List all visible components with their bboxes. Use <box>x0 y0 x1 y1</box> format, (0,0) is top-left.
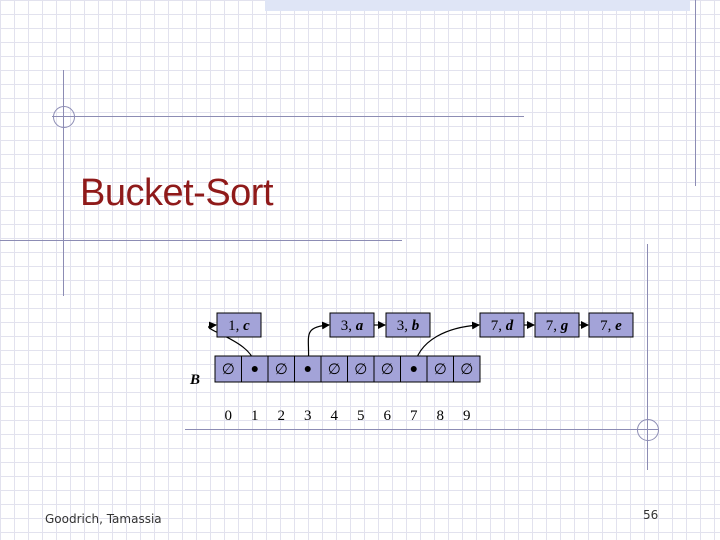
array-label: B <box>189 372 200 388</box>
entry-node: 3, b <box>385 312 431 338</box>
empty-bucket-symbol: ∅ <box>460 362 473 378</box>
empty-bucket-symbol: ∅ <box>434 362 447 378</box>
entry-node: 7, e <box>588 312 634 338</box>
bucket-array-diagram: B ∅ ∅ ∅ ∅ ∅ ∅ ∅ 1, c 3, a 3, b 7, d 7, g 7, e 0 1 2 3 4… <box>189 312 634 424</box>
page-number: 56 <box>643 508 659 522</box>
entry-label: 3, a <box>341 318 364 334</box>
empty-bucket-symbol: ∅ <box>381 362 394 378</box>
entry-node: 1, c <box>216 312 262 338</box>
bucket-index-label: 7 <box>410 408 418 424</box>
bucket-index-label: 2 <box>278 408 286 424</box>
bucket-index-label: 5 <box>357 408 365 424</box>
entry-label: 3, b <box>397 318 420 334</box>
bucket-index-label: 8 <box>437 408 445 424</box>
footer-authors: Goodrich, Tamassia <box>45 512 162 526</box>
entry-label: 7, g <box>546 318 569 334</box>
entry-label: 1, c <box>228 318 250 334</box>
bucket-pointer-dot <box>251 366 258 372</box>
bucket-index-label: 4 <box>331 408 339 424</box>
entry-label: 7, d <box>491 318 514 334</box>
entry-node: 7, g <box>534 312 580 338</box>
entry-node: 7, d <box>479 312 525 338</box>
bucket-index-label: 9 <box>463 408 471 424</box>
bucket-index-label: 1 <box>251 408 259 424</box>
bucket-pointer-dot <box>410 366 417 372</box>
empty-bucket-symbol: ∅ <box>222 362 235 378</box>
entry-label: 7, e <box>600 318 622 334</box>
bucket-entries: 1, c 3, a 3, b 7, d 7, g 7, e <box>216 312 634 338</box>
empty-bucket-symbol: ∅ <box>354 362 367 378</box>
bucket-pointer-dot <box>304 366 311 372</box>
empty-bucket-symbol: ∅ <box>275 362 288 378</box>
bucket-index-label: 0 <box>225 408 233 424</box>
bucket-cells: ∅ ∅ ∅ ∅ ∅ ∅ ∅ <box>214 355 481 383</box>
empty-bucket-symbol: ∅ <box>328 362 341 378</box>
bucket-index-label: 6 <box>384 408 392 424</box>
bucket-indices: 0 1 2 3 4 5 6 7 8 9 <box>225 408 471 424</box>
entry-node: 3, a <box>329 312 375 338</box>
bucket-index-label: 3 <box>304 408 312 424</box>
